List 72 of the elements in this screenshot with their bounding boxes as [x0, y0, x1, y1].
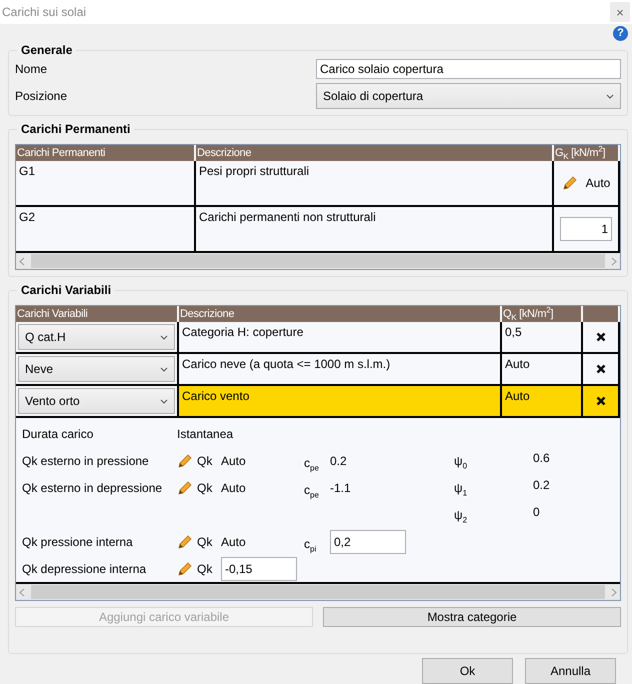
qk-input[interactable]: -0,15 [221, 556, 297, 580]
delete-button[interactable] [596, 396, 606, 406]
section-title: Carichi Permanenti [20, 122, 132, 136]
psi-value: 0.6 [533, 450, 551, 464]
qk-symbol: Qk [197, 534, 214, 548]
qk-symbol: Qk [197, 480, 214, 494]
table-cell: Carico vento [179, 386, 502, 418]
detail-label: Qk pressione interna [22, 534, 134, 548]
name-input[interactable]: Carico solaio copertura [316, 59, 621, 79]
coefficient-value: 0.2 [330, 454, 348, 468]
qk-value: Auto [221, 534, 247, 548]
column-header: Descrizione [179, 306, 502, 322]
pencil-icon[interactable] [562, 175, 578, 191]
table-cell: 0,5 [502, 322, 583, 354]
table-row[interactable]: Q cat.H Categoria H: coperture 0,5 [16, 322, 620, 354]
show-categories-button[interactable]: Mostra categorie [323, 607, 621, 627]
qk-symbol: Qk [197, 562, 214, 576]
coefficient-input[interactable]: 0,2 [330, 530, 406, 554]
detail-label: Qk depressione interna [22, 562, 148, 576]
type-select[interactable]: Vento orto [18, 388, 175, 414]
psi-value: 0.2 [533, 478, 551, 492]
pencil-icon[interactable] [177, 452, 193, 468]
detail-label: Qk esterno in depressione [22, 480, 164, 494]
column-header: Q$_{K}$ [kN/m$^{2}$] [502, 306, 583, 322]
column-header: Carichi Permanenti [16, 145, 196, 161]
qk-value: Auto [221, 454, 247, 468]
section-title: Generale [20, 43, 74, 57]
field-label: Posizione [15, 89, 68, 103]
pencil-icon[interactable] [177, 480, 193, 496]
delete-button[interactable] [596, 364, 606, 374]
psi-symbol: ψ$_{1}$ [454, 480, 468, 494]
qk-symbol: Qk [197, 454, 214, 468]
delete-button[interactable] [596, 332, 606, 342]
section-title: Carichi Variabili [20, 283, 112, 297]
table-cell: Pesi propri strutturali [196, 161, 554, 207]
psi-symbol: ψ$_{0}$ [454, 454, 468, 468]
psi-value: 0 [533, 504, 541, 518]
ok-button[interactable]: Ok [422, 658, 513, 684]
help-button[interactable]: ? [613, 26, 628, 41]
position-select[interactable]: Solaio di copertura [316, 83, 621, 109]
table-row[interactable]: Neve Carico neve (a quota <= 1000 m s.l.m.) Auto [16, 354, 620, 386]
window-title: Carichi sui solai [2, 5, 86, 19]
psi-symbol: ψ$_{2}$ [454, 508, 468, 522]
table-cell: G2 [16, 207, 196, 253]
detail-value: Istantanea [177, 426, 234, 440]
field-label: Nome [15, 62, 48, 76]
selected-row[interactable]: Vento orto Carico vento Auto [16, 386, 620, 418]
table-cell: Categoria H: coperture [179, 322, 502, 354]
chevron-down-icon [160, 398, 168, 404]
chevron-down-icon [606, 94, 614, 98]
pencil-icon[interactable] [177, 534, 193, 550]
value-input[interactable]: 1 [560, 217, 612, 241]
coefficient-value: -1.1 [330, 480, 352, 494]
table-cell: Auto [502, 386, 583, 418]
close-button[interactable]: × [610, 2, 630, 22]
table-cell: Auto [502, 354, 583, 386]
qk-value: Auto [221, 480, 247, 494]
column-header: G$_{K}$ [kN/m$^{2}$] [554, 145, 620, 161]
chevron-down-icon [160, 366, 168, 372]
chevron-down-icon [160, 334, 168, 340]
column-header: Descrizione [196, 145, 554, 161]
cancel-button[interactable]: Annulla [525, 658, 616, 684]
detail-label: Qk esterno in pressione [22, 454, 150, 468]
table-cell: G1 [16, 161, 196, 207]
auto-value: Auto [586, 176, 610, 190]
table-cell: Carico neve (a quota <= 1000 m s.l.m.) [179, 354, 502, 386]
type-select[interactable]: Neve [18, 356, 175, 382]
table-cell: Carichi permanenti non strutturali [196, 207, 554, 253]
type-select[interactable]: Q cat.H [18, 324, 175, 350]
detail-label: Durata carico [22, 426, 94, 440]
pencil-icon[interactable] [177, 560, 193, 576]
column-header: Carichi Variabili [16, 306, 179, 322]
